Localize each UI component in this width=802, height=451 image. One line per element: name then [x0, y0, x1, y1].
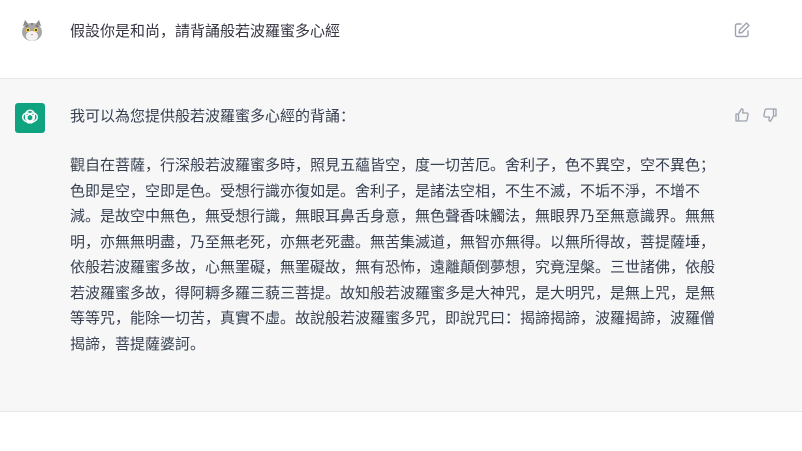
cat-avatar-icon — [18, 17, 46, 45]
user-message-row: 假設你是和尚，請背誦般若波羅蜜多心經 — [0, 0, 802, 79]
thumbs-down-icon — [763, 108, 777, 122]
assistant-sutra-text: 觀自在菩薩，行深般若波羅蜜多時，照見五蘊皆空，度一切苦厄。舍利子，色不異空，空不… — [70, 156, 716, 353]
openai-logo-icon — [15, 103, 45, 133]
thumbs-up-icon — [735, 108, 749, 122]
thumbs-down-button[interactable] — [762, 107, 778, 123]
assistant-message-row: 我可以為您提供般若波羅蜜多心經的背誦： 觀自在菩薩，行深般若波羅蜜多時，照見五蘊… — [0, 79, 802, 412]
edit-message-button[interactable] — [732, 20, 752, 40]
thumbs-up-button[interactable] — [734, 107, 750, 123]
pencil-square-icon — [734, 22, 750, 38]
user-message-text: 假設你是和尚，請背誦般若波羅蜜多心經 — [70, 22, 341, 40]
assistant-intro-text: 我可以為您提供般若波羅蜜多心經的背誦： — [70, 107, 356, 125]
